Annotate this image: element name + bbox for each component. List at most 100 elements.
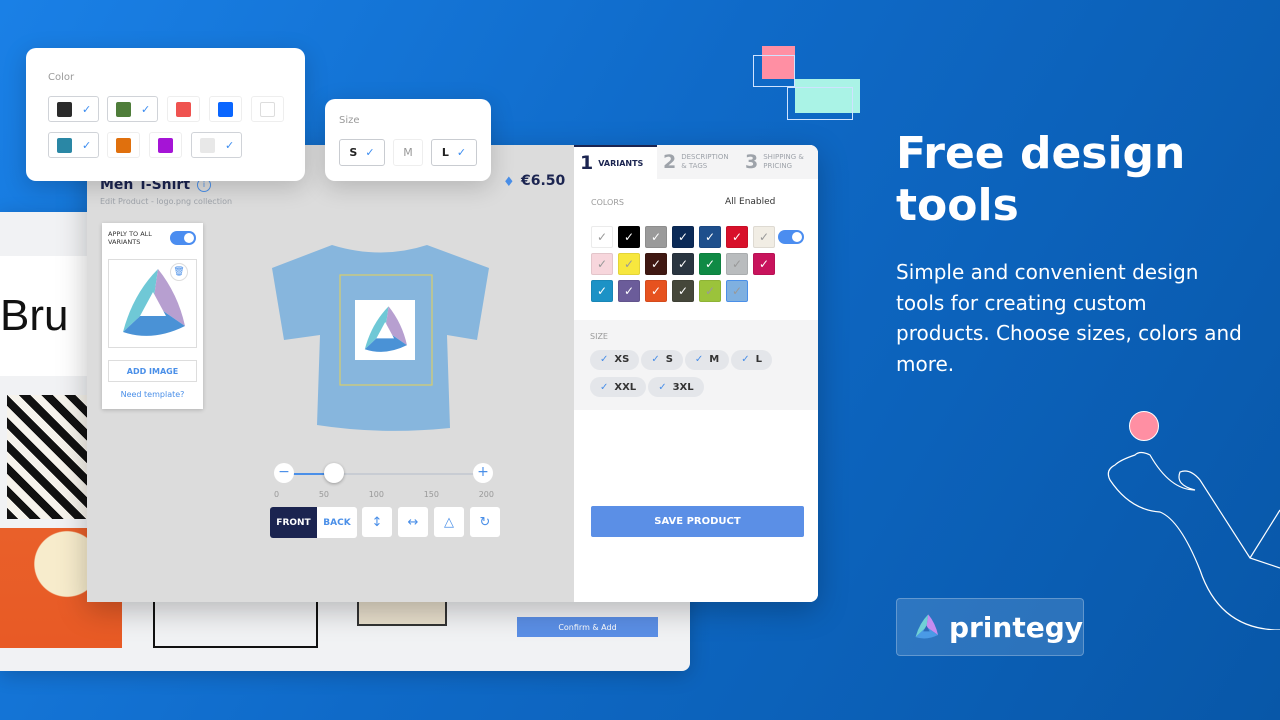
check-icon: ✓ [596,284,608,298]
zoom-in-button[interactable]: + [473,463,493,483]
color-swatch[interactable]: ✓ [699,280,721,302]
size-pill-label: M [709,354,720,365]
color-swatch[interactable]: ✓ [618,253,640,275]
size-label: SIZE [590,332,608,341]
color-swatch[interactable]: ✓ [591,253,613,275]
color-swatch[interactable]: ✓ [591,280,613,302]
color-option[interactable]: ✓ [107,96,158,122]
tick-label: 150 [423,490,439,499]
color-swatch[interactable]: ✓ [672,226,694,248]
pattern-thumbnail [7,395,87,519]
check-icon: ✓ [731,284,743,298]
size-popup: Size S ✓ M L ✓ [325,99,491,181]
color-option[interactable] [107,132,140,158]
color-option[interactable]: ✓ [191,132,242,158]
color-swatch[interactable]: ✓ [699,253,721,275]
color-option[interactable]: ✓ [48,96,99,122]
color-swatch [116,137,131,153]
size-section: SIZE ✓ XS ✓ S ✓ M ✓ L ✓ XXL ✓ 3XL [574,320,818,410]
color-swatch[interactable]: ✓ [726,280,748,302]
tab-variants[interactable]: 1 VARIANTS [574,145,657,179]
confirm-add-button[interactable]: Confirm & Add [517,617,658,637]
front-button[interactable]: FRONT [270,507,317,538]
tick-label: 50 [318,490,329,499]
flip-icon[interactable]: △ [434,507,464,537]
color-swatch [200,137,215,153]
check-icon: ✓ [758,257,770,271]
font-preview-card: Bru [0,256,87,376]
hero-description: Simple and convenient design tools for c… [896,260,1242,376]
size-option-label: L [441,146,449,159]
size-option[interactable]: L ✓ [431,139,477,166]
color-swatch[interactable]: ✓ [591,226,613,248]
all-enabled-label: All Enabled [725,197,776,207]
rotate-icon[interactable]: ↻ [470,507,500,537]
check-icon: ✓ [694,354,704,365]
size-pill[interactable]: ✓ S [641,349,683,370]
apply-all-toggle[interactable] [170,231,196,245]
size-pill[interactable]: ✓ 3XL [648,377,704,397]
tab-description[interactable]: 2 DESCRIPTION & TAGS [657,145,739,179]
delete-image-icon[interactable]: 🗑 [170,263,188,281]
color-option[interactable] [149,132,182,158]
color-swatch[interactable]: ✓ [618,226,640,248]
size-pill[interactable]: ✓ L [731,349,773,370]
check-icon: ✓ [741,354,750,365]
color-swatch[interactable]: ✓ [753,253,775,275]
size-pill-label: XS [614,354,630,365]
back-button[interactable]: BACK [317,507,357,538]
size-option-label: M [403,146,413,159]
color-swatch[interactable]: ✓ [645,280,667,302]
color-option[interactable] [209,96,242,122]
brand-name: printegy [948,610,1083,644]
size-pill[interactable]: ✓ XXL [590,377,647,397]
slider-ticks: 0 50 100 150 200 [274,490,494,499]
color-swatch[interactable]: ✓ [753,226,775,248]
color-popup: Color ✓ ✓ ✓ ✓ [26,48,305,181]
product-subtitle: Edit Product - logo.png collection [100,197,233,206]
zoom-out-button[interactable]: − [274,463,294,483]
align-horizontal-center-icon[interactable]: ↔ [398,507,428,537]
check-icon: ✓ [651,354,660,365]
color-swatch[interactable]: ✓ [726,226,748,248]
frame-thumbnail [153,602,318,648]
size-pill[interactable]: ✓ M [684,349,730,370]
size-option[interactable]: S ✓ [339,139,385,166]
size-pill-label: 3XL [672,381,694,393]
size-option[interactable]: M [393,139,423,166]
color-option[interactable] [251,96,284,122]
add-image-button[interactable]: ADD IMAGE [108,360,197,382]
check-icon: ✓ [600,354,609,365]
tick-label: 200 [478,490,494,499]
color-swatch[interactable]: ✓ [699,226,721,248]
size-pill[interactable]: ✓ XS [590,349,640,370]
color-swatch [218,101,233,117]
product-editor: Men T-Shirt i Edit Product - logo.png co… [87,145,818,602]
color-swatch[interactable]: ✓ [672,253,694,275]
size-pill-label: XXL [614,381,637,393]
need-template-link[interactable]: Need template? [102,390,203,399]
align-vertical-center-icon[interactable]: ↕ [362,507,392,537]
color-option[interactable]: ✓ [48,132,99,158]
color-swatch[interactable]: ✓ [726,253,748,275]
color-swatch[interactable]: ✓ [672,280,694,302]
tab-shipping[interactable]: 3 SHIPPING & PRICING [739,145,818,179]
slider-thumb[interactable] [323,463,344,483]
color-option[interactable] [167,96,200,122]
size-option-label: S [349,146,358,159]
variants-panel: 1 VARIANTS 2 DESCRIPTION & TAGS 3 SHIPPING … [574,145,818,602]
color-swatch[interactable]: ✓ [618,280,640,302]
save-product-button[interactable]: SAVE PRODUCT [591,506,804,537]
all-enabled-toggle[interactable] [778,230,804,244]
check-icon: ✓ [596,257,608,271]
step-tabs: 1 VARIANTS 2 DESCRIPTION & TAGS 3 SHIPPING … [574,145,818,179]
color-swatch[interactable]: ✓ [645,226,667,248]
scale-slider[interactable] [285,473,481,475]
deco-square-outline [787,87,853,120]
check-icon: ✓ [623,284,635,298]
color-swatch[interactable]: ✓ [645,253,667,275]
color-swatch [176,101,191,117]
product-price: €6.50 [521,173,566,189]
poster-thumbnail [357,602,447,626]
check-icon: ✓ [82,102,92,116]
